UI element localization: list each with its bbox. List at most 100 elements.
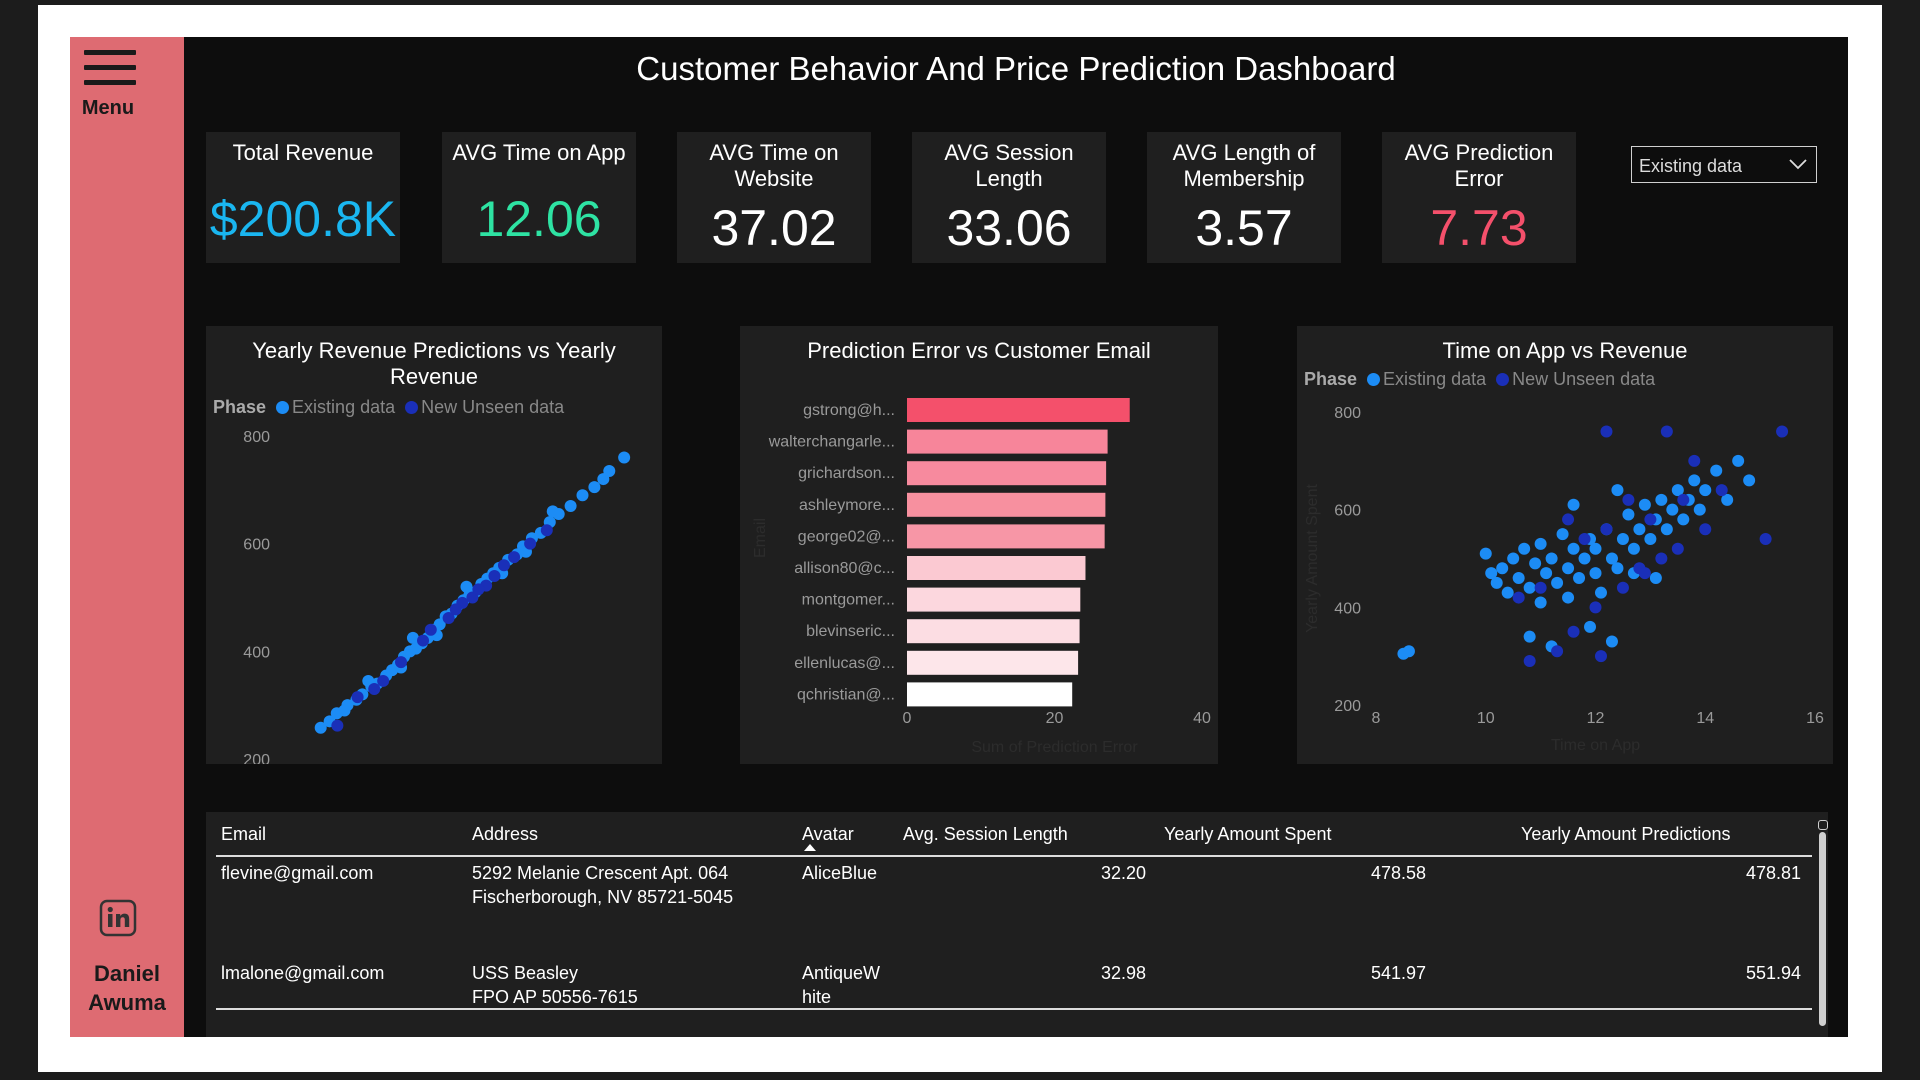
x-tick-label: 40 xyxy=(1193,710,1211,727)
kpi-label: AVG Time on Website xyxy=(709,140,839,191)
data-point-existing xyxy=(1633,523,1646,536)
kpi-value: 3.57 xyxy=(1195,200,1293,256)
data-point-existing xyxy=(1551,576,1564,589)
menu-label[interactable]: Menu xyxy=(70,97,146,120)
data-point-existing xyxy=(1567,498,1580,511)
data-point-unseen xyxy=(368,683,381,696)
kpi-total-revenue: Total Revenue $200.8K xyxy=(206,132,400,263)
data-point-unseen xyxy=(1578,532,1591,545)
data-point-existing xyxy=(1732,454,1745,467)
y-tick-label: 200 xyxy=(243,752,270,764)
column-header-email[interactable]: Email xyxy=(221,824,266,845)
cell-yearly-amount-spent: 478.58 xyxy=(1370,863,1426,883)
kpi-value: 37.02 xyxy=(711,200,837,256)
kpi-avg-session-length: AVG Session Length 33.06 xyxy=(912,132,1106,263)
data-point-unseen xyxy=(524,537,537,550)
column-header-session-length[interactable]: Avg. Session Length xyxy=(903,824,1068,845)
sort-ascending-icon[interactable] xyxy=(804,844,816,852)
cell-address-line1: 5292 Melanie Crescent Apt. 064 xyxy=(472,863,729,883)
x-tick-label: 20 xyxy=(1046,710,1064,727)
menu-icon[interactable] xyxy=(84,50,136,88)
data-point-existing xyxy=(1649,572,1662,585)
scroll-thumb[interactable] xyxy=(1819,832,1826,1026)
data-point-unseen xyxy=(1638,567,1651,580)
data-point-unseen xyxy=(1622,493,1635,506)
cell-avatar: AntiqueW hite xyxy=(802,961,880,1009)
data-point-existing xyxy=(1479,547,1492,560)
dashboard-canvas: Menu Daniel Awuma Customer Behavior And … xyxy=(70,37,1848,1037)
x-tick-label: 16 xyxy=(1806,710,1824,727)
data-point-existing xyxy=(1518,542,1531,555)
data-point-unseen xyxy=(1567,625,1580,638)
data-point-unseen xyxy=(424,623,437,636)
column-header-yearly-amount-predictions[interactable]: Yearly Amount Predictions xyxy=(1521,824,1730,845)
data-point-existing xyxy=(1556,528,1569,541)
scatter-plot-revenue-predictions: 800600400200200400600800 xyxy=(243,429,631,764)
cell-email: flevine@gmail.com xyxy=(221,863,374,883)
data-point-existing xyxy=(588,481,601,494)
data-point-existing xyxy=(1688,474,1701,487)
data-point-existing xyxy=(1562,591,1575,604)
kpi-label: AVG Time on App xyxy=(452,140,626,165)
data-point-unseen xyxy=(1589,601,1602,614)
category-label: grichardson... xyxy=(798,465,895,482)
y-tick-label: 600 xyxy=(1334,503,1361,520)
chevron-down-icon xyxy=(1789,159,1807,170)
cell-address-line2: Fischerborough, NV 85721-5045 xyxy=(472,887,734,907)
data-point-existing xyxy=(1644,532,1657,545)
data-point-existing xyxy=(576,489,589,502)
data-point-unseen xyxy=(1688,454,1701,467)
data-point-unseen xyxy=(1660,425,1673,438)
x-tick-label: 0 xyxy=(903,710,912,727)
data-point-existing xyxy=(1529,557,1542,570)
chart-card-revenue-predictions: Yearly Revenue Predictions vs Yearly Rev… xyxy=(206,326,662,764)
bar xyxy=(907,587,1081,612)
phase-dropdown[interactable]: Existing data xyxy=(1631,146,1817,183)
data-point-unseen xyxy=(1644,513,1657,526)
data-point-existing xyxy=(1616,532,1629,545)
data-point-unseen xyxy=(1671,542,1684,555)
scroll-up-button[interactable] xyxy=(1818,820,1828,830)
y-tick-label: 800 xyxy=(1334,405,1361,422)
data-point-unseen xyxy=(1594,650,1607,663)
data-point-existing xyxy=(1589,567,1602,580)
data-point-unseen xyxy=(1655,552,1668,565)
data-point-existing xyxy=(546,505,559,518)
data-point-unseen xyxy=(377,674,390,687)
data-point-unseen xyxy=(1759,532,1772,545)
y-tick-label: 400 xyxy=(243,644,270,661)
column-header-yearly-amount-spent[interactable]: Yearly Amount Spent xyxy=(1164,824,1331,845)
column-header-avatar[interactable]: Avatar xyxy=(802,824,854,845)
data-point-existing xyxy=(1589,542,1602,555)
kpi-avg-length-of-membership: AVG Length of Membership 3.57 xyxy=(1147,132,1341,263)
data-point-unseen xyxy=(1699,523,1712,536)
column-header-address[interactable]: Address xyxy=(472,824,538,845)
data-point-existing xyxy=(1523,630,1536,643)
author-first-name: Daniel xyxy=(93,961,161,986)
y-axis-title: Email xyxy=(752,518,769,558)
kpi-label: AVG Session Length xyxy=(944,140,1074,191)
chart-card-time-on-app: Time on App vs Revenue Phase Existing dat… xyxy=(1297,326,1833,764)
data-point-unseen xyxy=(497,559,510,572)
total-divider xyxy=(216,1008,1812,1010)
bar xyxy=(907,492,1106,517)
cell-session-length: 32.98 xyxy=(1100,963,1146,983)
data-point-existing xyxy=(1496,562,1509,575)
y-tick-label: 200 xyxy=(1334,698,1361,715)
linkedin-icon[interactable] xyxy=(99,899,137,937)
data-point-existing xyxy=(1743,474,1756,487)
data-point-unseen xyxy=(417,634,430,647)
data-point-existing xyxy=(406,631,419,644)
category-label: montgomer... xyxy=(802,592,895,609)
table-scrollbar[interactable] xyxy=(1818,820,1828,1030)
data-point-unseen xyxy=(540,524,553,537)
kpi-value: $200.8K xyxy=(209,191,397,247)
data-point-unseen xyxy=(1715,484,1728,497)
customer-table: Email Address Avatar Avg. Session Length… xyxy=(206,812,1828,1037)
cell-address: 5292 Melanie Crescent Apt. 064 Fischerbo… xyxy=(472,861,733,909)
data-point-existing xyxy=(1507,552,1520,565)
data-point-existing xyxy=(1594,586,1607,599)
data-point-existing xyxy=(1573,572,1586,585)
cell-yearly-amount-predictions: 478.81 xyxy=(1745,863,1801,883)
data-point-existing xyxy=(1578,552,1591,565)
